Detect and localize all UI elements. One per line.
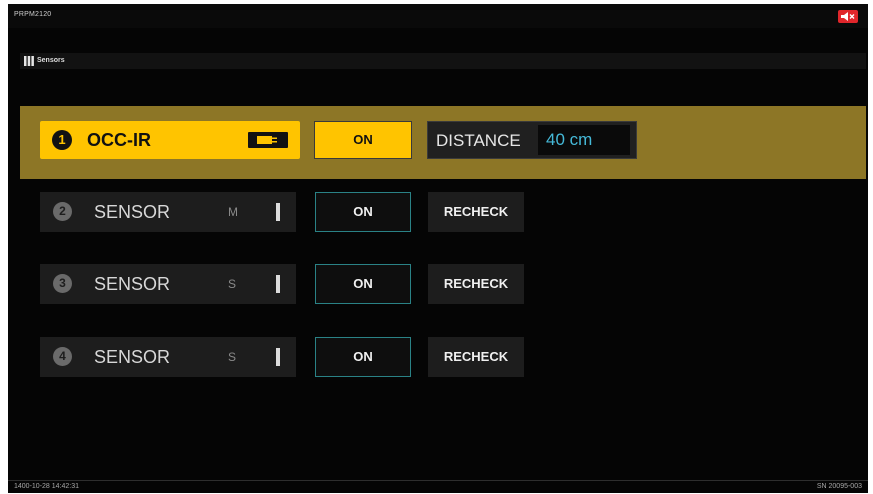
sensor-label: SENSOR: [94, 347, 171, 367]
sensor-selector-4[interactable]: 4 SENSOR S: [40, 337, 296, 377]
footer-serial: SN 20095-003: [816, 483, 862, 490]
sensor-mode: S: [228, 277, 237, 291]
sensor-selector-2[interactable]: 2 SENSOR M: [40, 192, 296, 232]
grid-icon: [24, 56, 34, 66]
sensor-selector-occ-ir[interactable]: 1 OCC-IR: [40, 121, 300, 159]
on-button-3[interactable]: ON: [315, 264, 411, 304]
footer-datetime: 1400-10-28 14:42:31: [14, 483, 79, 490]
footer-divider: [8, 480, 868, 481]
sensor-row-3: 3 SENSOR S ON RECHECK: [20, 264, 866, 306]
mode-indicator: [276, 203, 280, 221]
model-name: PRPM2120: [14, 11, 52, 18]
distance-label: DISTANCE: [436, 131, 521, 150]
sensor-row-active: 1 OCC-IR ON DISTANCE 40 cm: [20, 106, 866, 179]
recheck-button-2[interactable]: RECHECK: [428, 192, 524, 232]
sensor-number: 4: [53, 347, 72, 366]
sensor-selector-3[interactable]: 3 SENSOR S: [40, 264, 296, 304]
speaker-muted-icon: [841, 12, 855, 21]
on-button-2[interactable]: ON: [315, 192, 411, 232]
top-bar: PRPM2120: [8, 4, 868, 28]
section-header: Sensors: [20, 53, 866, 69]
sensor-label: SENSOR: [94, 274, 171, 294]
sensor-label: SENSOR: [94, 202, 171, 222]
sensor-mode: S: [228, 350, 237, 364]
recheck-button-4[interactable]: RECHECK: [428, 337, 524, 377]
sensor-number: 3: [53, 274, 72, 293]
sensor-mode: M: [228, 205, 238, 219]
section-title: Sensors: [37, 57, 65, 64]
distance-value[interactable]: 40 cm: [538, 125, 630, 155]
mute-button[interactable]: [838, 10, 858, 23]
plug-icon: [257, 136, 277, 144]
sensor-number: 1: [52, 130, 72, 150]
sensor-row-2: 2 SENSOR M ON RECHECK: [20, 192, 866, 234]
distance-panel: DISTANCE 40 cm: [427, 121, 637, 159]
sensor-number: 2: [53, 202, 72, 221]
device-screen: PRPM2120 Sensors 1 OCC-IR ON DISTANCE 40…: [8, 4, 868, 493]
mode-indicator: [276, 348, 280, 366]
sensor-row-4: 4 SENSOR S ON RECHECK: [20, 337, 866, 379]
recheck-button-3[interactable]: RECHECK: [428, 264, 524, 304]
plug-badge: [248, 132, 288, 148]
on-button-1[interactable]: ON: [314, 121, 412, 159]
sensor-label: OCC-IR: [87, 130, 151, 150]
mode-indicator: [276, 275, 280, 293]
on-button-4[interactable]: ON: [315, 337, 411, 377]
